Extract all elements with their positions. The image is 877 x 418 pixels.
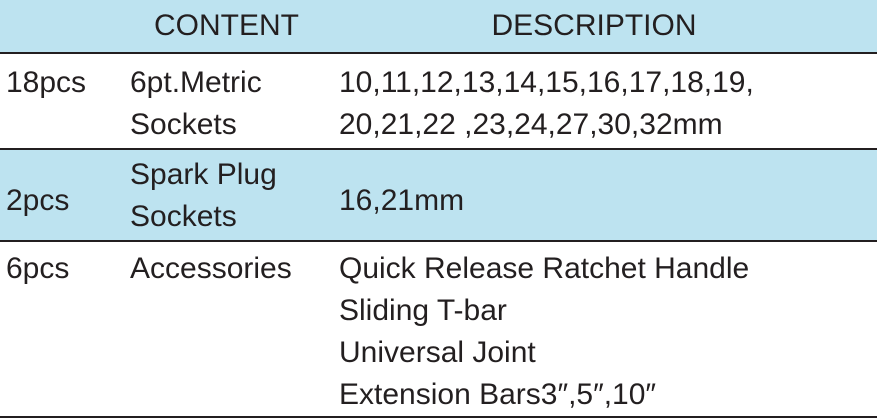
row-content: 6pt.Metric Sockets [122,53,331,150]
row-description: Quick Release Ratchet Handle Sliding T-b… [331,241,877,418]
table-header: CONTENT DESCRIPTION [0,0,877,54]
description-line: Sliding T-bar [339,294,507,327]
header-content: CONTENT [122,0,331,54]
description-line: 16,21mm [339,184,465,217]
content-line: Sockets [130,200,237,233]
header-description: DESCRIPTION [331,0,877,54]
header-row: CONTENT DESCRIPTION [0,0,877,54]
table-body: 18pcs 6pt.Metric Sockets 10,11,12,13,14,… [0,53,877,418]
table-row: 6pcs Accessories Quick Release Ratchet H… [0,241,877,418]
content-line: Sockets [130,108,237,141]
row-description: 16,21mm [331,149,877,242]
row-content: Spark Plug Sockets [122,149,331,242]
content-line: 6pt.Metric [130,66,262,99]
row-qty: 18pcs [0,53,122,150]
row-content: Accessories [122,241,331,418]
table-row: 18pcs 6pt.Metric Sockets 10,11,12,13,14,… [0,53,877,150]
row-qty: 2pcs [0,149,122,242]
description-line: Extension Bars3″,5″,10″ [339,378,657,411]
specification-table: CONTENT DESCRIPTION 18pcs 6pt.Metric Soc… [0,0,877,418]
row-qty: 6pcs [0,241,122,418]
header-qty [0,0,122,54]
description-line: 20,21,22 ,23,24,27,30,32mm [339,108,723,141]
content-line: Accessories [130,252,292,285]
table-row: 2pcs Spark Plug Sockets 16,21mm [0,149,877,242]
description-line: Universal Joint [339,336,536,369]
row-description: 10,11,12,13,14,15,16,17,18,19, 20,21,22 … [331,53,877,150]
content-line: Spark Plug [130,158,277,191]
description-line: Quick Release Ratchet Handle [339,252,750,285]
description-line: 10,11,12,13,14,15,16,17,18,19, [339,66,754,99]
